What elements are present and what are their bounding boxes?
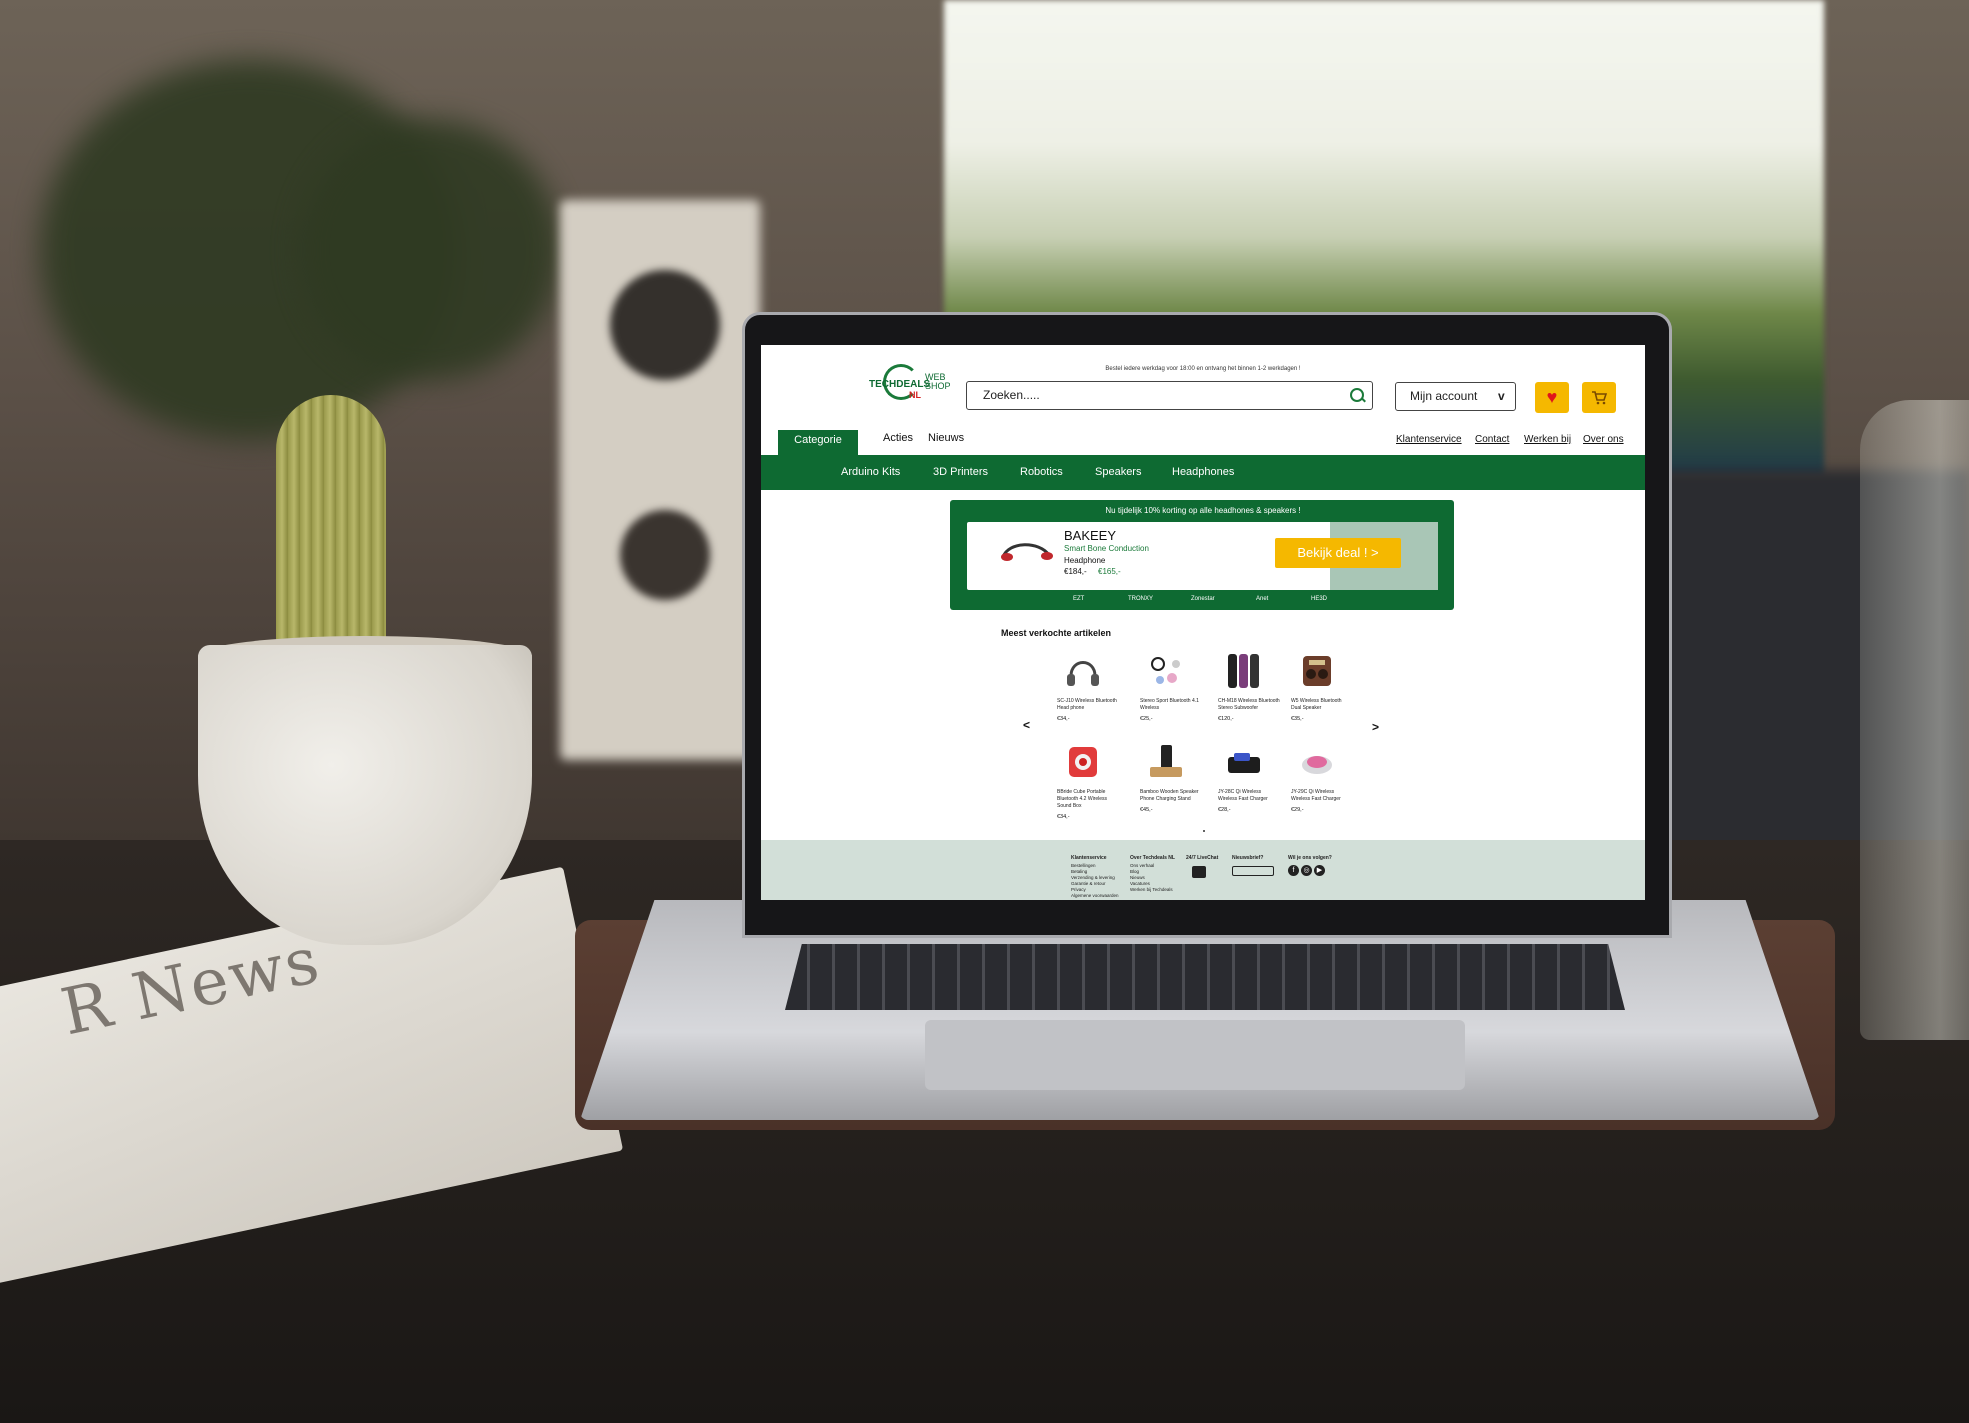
headphone-product-image bbox=[1001, 543, 1053, 561]
cart-icon bbox=[1592, 391, 1608, 405]
newsletter-email-field[interactable] bbox=[1232, 866, 1274, 876]
promo-brand[interactable]: HE3D bbox=[1311, 596, 1327, 602]
deal-subtitle-2: Headphone bbox=[1064, 556, 1106, 565]
deal-brand: BAKEEY bbox=[1064, 528, 1117, 543]
product-price: €34,- bbox=[1057, 716, 1070, 722]
tab-nieuws[interactable]: Nieuws bbox=[928, 432, 964, 444]
product-card[interactable]: Bamboo Wooden Speaker Phone Charging Sta… bbox=[1140, 743, 1202, 813]
product-card[interactable]: BBride Cube Portable Bluetooth 4.2 Wirel… bbox=[1057, 743, 1119, 820]
promo-brand[interactable]: TRONXY bbox=[1128, 596, 1153, 602]
carousel-next-button[interactable]: > bbox=[1372, 720, 1379, 734]
speaker-cone bbox=[620, 510, 710, 600]
promo-brand[interactable]: Zonestar bbox=[1191, 596, 1215, 602]
website-screen: Bestel iedere werkdag voor 18:00 en ontv… bbox=[761, 345, 1645, 900]
footer-social: Wil je ons volgen? bbox=[1288, 855, 1332, 861]
charger-pad-icon bbox=[1228, 753, 1260, 773]
trackpad bbox=[925, 1020, 1465, 1090]
product-card[interactable]: JY-29C Qi Wireless Wireless Fast Charger… bbox=[1291, 743, 1353, 813]
background-plant bbox=[300, 120, 560, 380]
product-name: Bamboo Wooden Speaker Phone Charging Sta… bbox=[1140, 789, 1199, 802]
facebook-icon[interactable]: f bbox=[1288, 865, 1299, 876]
product-card[interactable]: JY-28C Qi Wireless Wireless Fast Charger… bbox=[1218, 743, 1280, 813]
category-speakers[interactable]: Speakers bbox=[1095, 466, 1141, 478]
carousel-indicator[interactable] bbox=[1203, 830, 1205, 832]
category-headphones[interactable]: Headphones bbox=[1172, 466, 1234, 478]
headphone-icon bbox=[1067, 661, 1099, 686]
site-logo[interactable]: TECHDEALS NL WEB SHOP bbox=[869, 363, 959, 408]
footer-newsletter: Nieuwsbrief? bbox=[1232, 855, 1264, 861]
instagram-icon[interactable]: ◎ bbox=[1301, 865, 1312, 876]
footer-over: Over Techdeals NL Ons verhaal Blog Nieuw… bbox=[1130, 855, 1175, 893]
product-price: €25,- bbox=[1140, 716, 1153, 722]
logo-nl: NL bbox=[909, 390, 921, 400]
link-klantenservice[interactable]: Klantenservice bbox=[1396, 434, 1462, 445]
product-name: SC-J10 Wireless Bluetooth Head phone bbox=[1057, 698, 1117, 711]
category-3d-printers[interactable]: 3D Printers bbox=[933, 466, 988, 478]
bestsellers-title: Meest verkochte artikelen bbox=[1001, 628, 1112, 638]
product-card[interactable]: Stereo Sport Bluetooth 4.1 Wireless €25,… bbox=[1140, 652, 1202, 722]
product-price: €28,- bbox=[1218, 807, 1231, 813]
cube-speaker-icon bbox=[1069, 747, 1097, 777]
product-name: BBride Cube Portable Bluetooth 4.2 Wirel… bbox=[1057, 789, 1108, 809]
footer-link[interactable]: Werken bij Techdeals bbox=[1130, 887, 1175, 893]
speaker-column-icon bbox=[1228, 654, 1259, 688]
product-card[interactable]: W5 Wireless Bluetooth Dual Speaker €35,- bbox=[1291, 652, 1353, 722]
product-price: €35,- bbox=[1291, 716, 1304, 722]
retro-speaker-icon bbox=[1303, 656, 1331, 686]
product-name: W5 Wireless Bluetooth Dual Speaker bbox=[1291, 698, 1342, 711]
deal-subtitle: Smart Bone Conduction bbox=[1064, 544, 1149, 553]
product-name: Stereo Sport Bluetooth 4.1 Wireless bbox=[1140, 698, 1199, 711]
product-name: JY-29C Qi Wireless Wireless Fast Charger bbox=[1291, 789, 1341, 802]
logo-word: TECHDEALS bbox=[869, 379, 931, 390]
youtube-icon[interactable]: ▶ bbox=[1314, 865, 1325, 876]
product-price: €120,- bbox=[1218, 716, 1234, 722]
link-werken-bij[interactable]: Werken bij bbox=[1524, 434, 1571, 445]
carousel-prev-button[interactable]: < bbox=[1023, 718, 1030, 732]
product-price: €34,- bbox=[1057, 814, 1070, 820]
deal-new-price: €165,- bbox=[1098, 567, 1121, 576]
chat-icon[interactable] bbox=[1192, 866, 1206, 878]
plant-pot bbox=[198, 645, 532, 945]
product-price: €29,- bbox=[1291, 807, 1304, 813]
search-input[interactable]: Zoeken..... bbox=[966, 381, 1373, 410]
phone-stand-icon bbox=[1150, 745, 1182, 777]
chevron-down-icon: v bbox=[1498, 389, 1505, 403]
promo-title: Nu tijdelijk 10% korting op alle headhon… bbox=[1105, 506, 1301, 515]
product-card[interactable]: CH-M18 Wireless Bluetooth Stereo Subwoof… bbox=[1218, 652, 1280, 722]
link-contact[interactable]: Contact bbox=[1475, 434, 1509, 445]
category-robotics[interactable]: Robotics bbox=[1020, 466, 1063, 478]
view-deal-button[interactable]: Bekijk deal ! > bbox=[1275, 538, 1401, 568]
wishlist-button[interactable]: ♥ bbox=[1535, 382, 1569, 413]
earbuds-icon bbox=[1151, 657, 1180, 684]
product-name: JY-28C Qi Wireless Wireless Fast Charger bbox=[1218, 789, 1268, 802]
charger-disc-icon bbox=[1302, 756, 1332, 774]
footer-klantenservice: Klantenservice Bestellingen Betaling Ver… bbox=[1071, 855, 1119, 899]
deal-old-price: €184,- bbox=[1064, 567, 1087, 576]
cart-button[interactable] bbox=[1582, 382, 1616, 413]
category-arduino-kits[interactable]: Arduino Kits bbox=[841, 466, 900, 478]
footer-livechat: 24/7 LiveChat bbox=[1186, 855, 1219, 861]
promo-brand[interactable]: EZT bbox=[1073, 596, 1084, 602]
logo-webshop: WEB SHOP bbox=[925, 372, 951, 391]
footer-link[interactable]: Algemene voorwaarden bbox=[1071, 893, 1119, 899]
product-name: CH-M18 Wireless Bluetooth Stereo Subwoof… bbox=[1218, 698, 1280, 711]
speaker-cone bbox=[610, 270, 720, 380]
heart-icon: ♥ bbox=[1546, 387, 1558, 407]
glass-bottle bbox=[1860, 400, 1969, 1040]
promo-brand[interactable]: Anet bbox=[1256, 596, 1268, 602]
link-over-ons[interactable]: Over ons bbox=[1583, 434, 1624, 445]
keyboard bbox=[785, 944, 1625, 1010]
product-price: €45,- bbox=[1140, 807, 1153, 813]
tab-categorie[interactable]: Categorie bbox=[778, 430, 858, 457]
tab-acties[interactable]: Acties bbox=[883, 432, 913, 444]
product-card[interactable]: SC-J10 Wireless Bluetooth Head phone €34… bbox=[1057, 652, 1119, 722]
search-icon[interactable] bbox=[1350, 388, 1364, 402]
